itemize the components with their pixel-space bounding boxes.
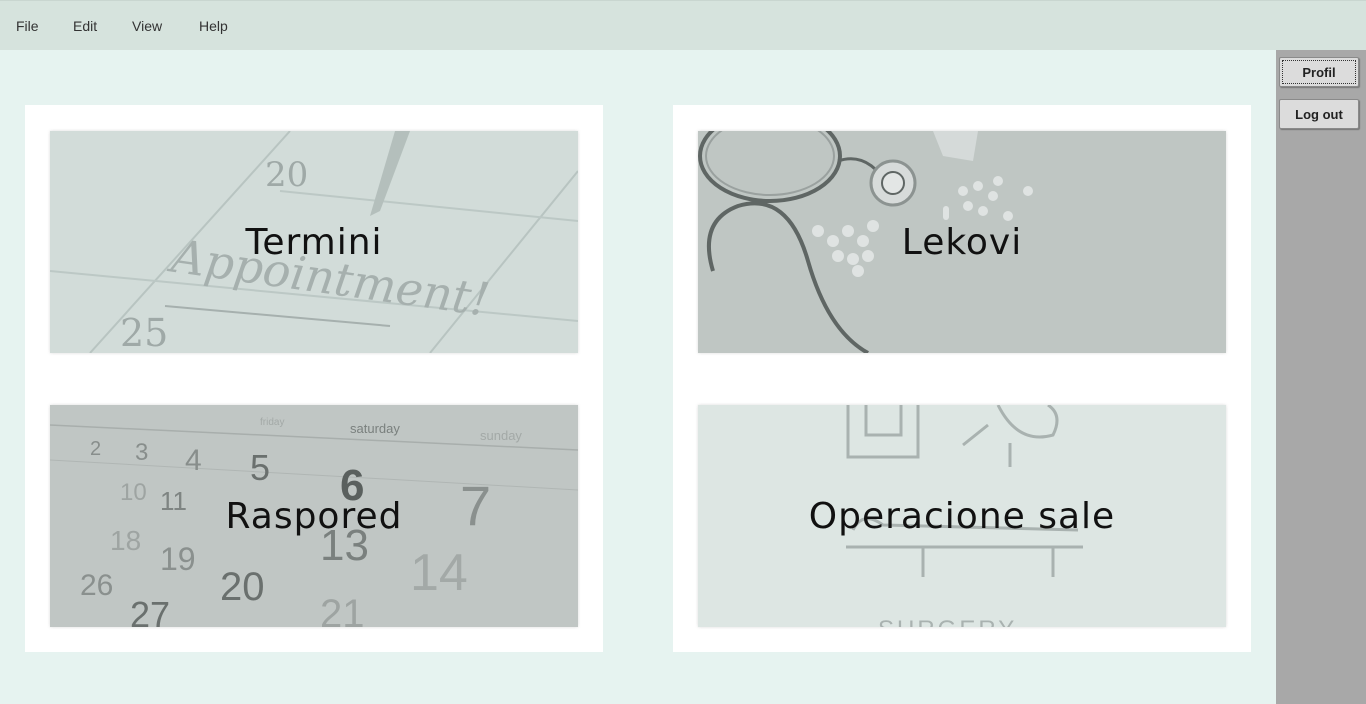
menu-edit[interactable]: Edit [73, 18, 97, 34]
appointments-label: Termini [245, 221, 383, 263]
appointments-tile[interactable]: 20 25 Appointment! Termini [50, 131, 578, 353]
menu-file[interactable]: File [16, 18, 39, 34]
medicines-label: Lekovi [901, 221, 1023, 263]
profile-button[interactable]: Profil [1279, 57, 1359, 87]
menu-view[interactable]: View [132, 18, 162, 34]
schedule-label: Raspored [225, 495, 403, 537]
right-panel: Lekovi SURGERY Operacione sale [673, 105, 1251, 652]
menu-bar: File Edit View Help [0, 0, 1366, 50]
left-panel: 20 25 Appointment! Termini saturday sund… [25, 105, 603, 652]
main-content: 20 25 Appointment! Termini saturday sund… [0, 50, 1276, 704]
schedule-tile[interactable]: saturday sunday friday 2 3 4 5 6 7 10 11… [50, 405, 578, 627]
menu-help[interactable]: Help [199, 18, 228, 34]
logout-button[interactable]: Log out [1279, 99, 1359, 129]
medicines-tile[interactable]: Lekovi [698, 131, 1226, 353]
operating-rooms-label: Operacione sale [808, 495, 1116, 537]
right-sidebar: Profil Log out [1276, 50, 1366, 704]
operating-rooms-tile[interactable]: SURGERY Operacione sale [698, 405, 1226, 627]
